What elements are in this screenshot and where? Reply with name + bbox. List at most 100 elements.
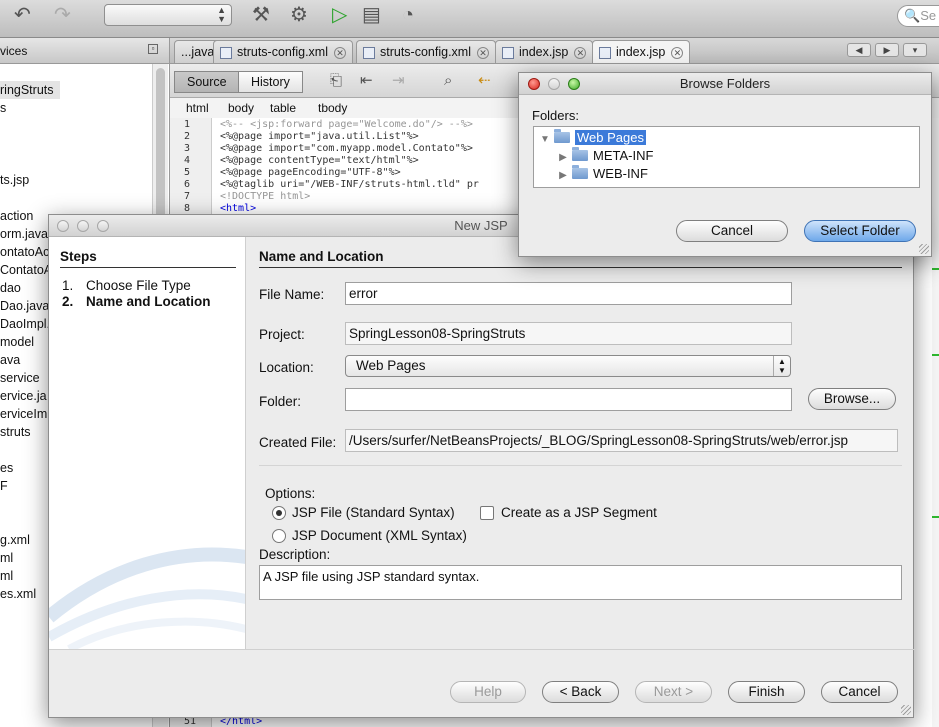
breadcrumb-item[interactable]: table	[270, 98, 296, 118]
tree-item[interactable]: dao	[0, 279, 21, 297]
breadcrumb-item[interactable]: tbody	[318, 98, 347, 118]
editor-tab[interactable]: index.jsp ✕	[592, 40, 691, 63]
line-number: 7	[184, 191, 191, 202]
close-window-button[interactable]	[57, 220, 69, 232]
cancel-button[interactable]: Cancel	[821, 681, 898, 703]
source-tab[interactable]: Source	[174, 71, 240, 93]
resize-grip[interactable]	[919, 244, 929, 254]
folder-icon	[572, 165, 588, 179]
tree-item[interactable]: ervice.ja	[0, 387, 47, 405]
scroll-tabs-right-icon[interactable]: ▶	[875, 43, 899, 57]
scroll-tabs-left-icon[interactable]: ◀	[847, 43, 871, 57]
collapsed-triangle-icon[interactable]: ▶	[554, 167, 572, 184]
tree-item[interactable]: ava	[0, 351, 20, 369]
search-input[interactable]: 🔍Se	[897, 5, 939, 27]
tree-item[interactable]: ringStruts	[0, 81, 60, 99]
close-icon[interactable]: ✕	[334, 46, 346, 59]
xml-syntax-label[interactable]: JSP Document (XML Syntax)	[292, 528, 467, 543]
scrollbar-thumb[interactable]	[156, 68, 165, 228]
minimize-window-button[interactable]	[77, 220, 89, 232]
folder-row-web-pages[interactable]: ▼ Web Pages	[536, 129, 646, 148]
step-label: Choose File Type	[86, 278, 191, 293]
new-jsp-dialog: New JSP Steps 1. Choose File Type 2. Name …	[48, 214, 915, 718]
redo-icon[interactable]: ↷	[54, 4, 71, 26]
minimize-window-button[interactable]	[548, 78, 560, 90]
line-number: 2	[184, 131, 191, 142]
standard-syntax-label[interactable]: JSP File (Standard Syntax)	[292, 505, 455, 520]
browse-titlebar: Browse Folders	[519, 73, 931, 95]
tree-item[interactable]: action	[0, 207, 33, 225]
profile-icon[interactable]: ◔	[402, 4, 414, 26]
folder-row-web-inf[interactable]: ▶ WEB-INF	[554, 165, 648, 184]
close-window-button[interactable]	[528, 78, 540, 90]
main-toolbar: ↶ ↷ ▲ ▼ ⚒ ⚙ ▷ ▤ ◔ 🔍Se	[0, 0, 939, 38]
tree-item[interactable]: service	[0, 369, 40, 387]
tree-item[interactable]: model	[0, 333, 34, 351]
configuration-combo[interactable]: ▲ ▼	[104, 4, 232, 26]
close-icon[interactable]: ✕	[477, 46, 489, 59]
location-select[interactable]: Web Pages ▲ ▼	[345, 355, 791, 377]
find-icon[interactable]: ⌕	[444, 70, 452, 92]
project-field: SpringLesson08-SpringStruts	[345, 322, 792, 345]
wizard-watermark	[49, 547, 245, 649]
minimize-icon[interactable]: ▫	[148, 44, 158, 54]
editor-tab[interactable]: struts-config.xml ✕	[213, 40, 353, 63]
tab-label: struts-config.xml	[380, 45, 471, 59]
browse-button[interactable]: Browse...	[808, 388, 896, 410]
tree-item[interactable]: Dao.java	[0, 297, 49, 315]
file-name-field[interactable]: error	[345, 282, 792, 305]
debug-icon[interactable]: ▤	[362, 4, 381, 26]
tree-item[interactable]: s	[0, 99, 6, 117]
tree-item[interactable]: es	[0, 459, 13, 477]
jsp-segment-label[interactable]: Create as a JSP Segment	[501, 505, 657, 520]
breadcrumb-item[interactable]: body	[228, 98, 254, 118]
description-label: Description:	[259, 547, 331, 562]
forward-icon[interactable]: ⇥	[392, 70, 405, 92]
hammer-icon[interactable]: ⚒	[252, 4, 270, 26]
tab-label: index.jsp	[519, 45, 569, 59]
tree-item[interactable]: ml	[0, 567, 13, 585]
finish-button[interactable]: Finish	[728, 681, 805, 703]
history-tab[interactable]: History	[238, 71, 303, 93]
browse-cancel-button[interactable]: Cancel	[676, 220, 788, 242]
tree-item[interactable]: orm.java	[0, 225, 48, 243]
editor-tab[interactable]: struts-config.xml ✕	[356, 40, 496, 63]
tab-list-icon[interactable]: ▾	[903, 43, 927, 57]
tree-item[interactable]: g.xml	[0, 531, 30, 549]
expanded-triangle-icon[interactable]: ▼	[536, 131, 554, 148]
resize-grip[interactable]	[901, 705, 911, 715]
services-tab[interactable]: vices ▫	[0, 38, 169, 64]
zoom-window-button[interactable]	[568, 78, 580, 90]
next-button[interactable]: Next >	[635, 681, 712, 703]
tree-item[interactable]: ml	[0, 549, 13, 567]
back-icon[interactable]: ⇤	[360, 70, 373, 92]
folder-field[interactable]	[345, 388, 792, 411]
select-folder-button[interactable]: Select Folder	[804, 220, 916, 242]
run-icon[interactable]: ▷	[332, 4, 347, 26]
steps-panel: Steps 1. Choose File Type 2. Name and Loca…	[49, 237, 246, 649]
breadcrumb-item[interactable]: html	[186, 98, 209, 118]
close-icon[interactable]: ✕	[574, 46, 587, 59]
tree-item[interactable]: F	[0, 477, 8, 495]
jsp-segment-checkbox[interactable]	[480, 506, 494, 520]
tree-item[interactable]: erviceIm	[0, 405, 47, 423]
back-button[interactable]: < Back	[542, 681, 619, 703]
standard-syntax-radio[interactable]	[272, 506, 286, 520]
folder-row-meta-inf[interactable]: ▶ META-INF	[554, 147, 653, 166]
tree-item[interactable]: ontatoAct	[0, 243, 53, 261]
last-edit-icon[interactable]: ⎗	[330, 70, 342, 92]
xml-syntax-radio[interactable]	[272, 529, 286, 543]
editor-tab[interactable]: index.jsp ✕	[495, 40, 594, 63]
file-name-label: File Name:	[259, 287, 325, 302]
help-button[interactable]: Help	[450, 681, 526, 703]
tree-item[interactable]: ts.jsp	[0, 171, 29, 189]
clean-build-icon[interactable]: ⚙	[290, 4, 308, 26]
undo-icon[interactable]: ↶	[14, 4, 31, 26]
tree-item[interactable]: struts	[0, 423, 31, 441]
close-icon[interactable]: ✕	[671, 46, 684, 59]
zoom-window-button[interactable]	[97, 220, 109, 232]
find-previous-icon[interactable]: ⇠	[478, 70, 491, 92]
collapsed-triangle-icon[interactable]: ▶	[554, 149, 572, 166]
folder-tree: ▼ Web Pages ▶ META-INF ▶ WEB-INF	[533, 126, 920, 188]
tree-item[interactable]: es.xml	[0, 585, 36, 603]
